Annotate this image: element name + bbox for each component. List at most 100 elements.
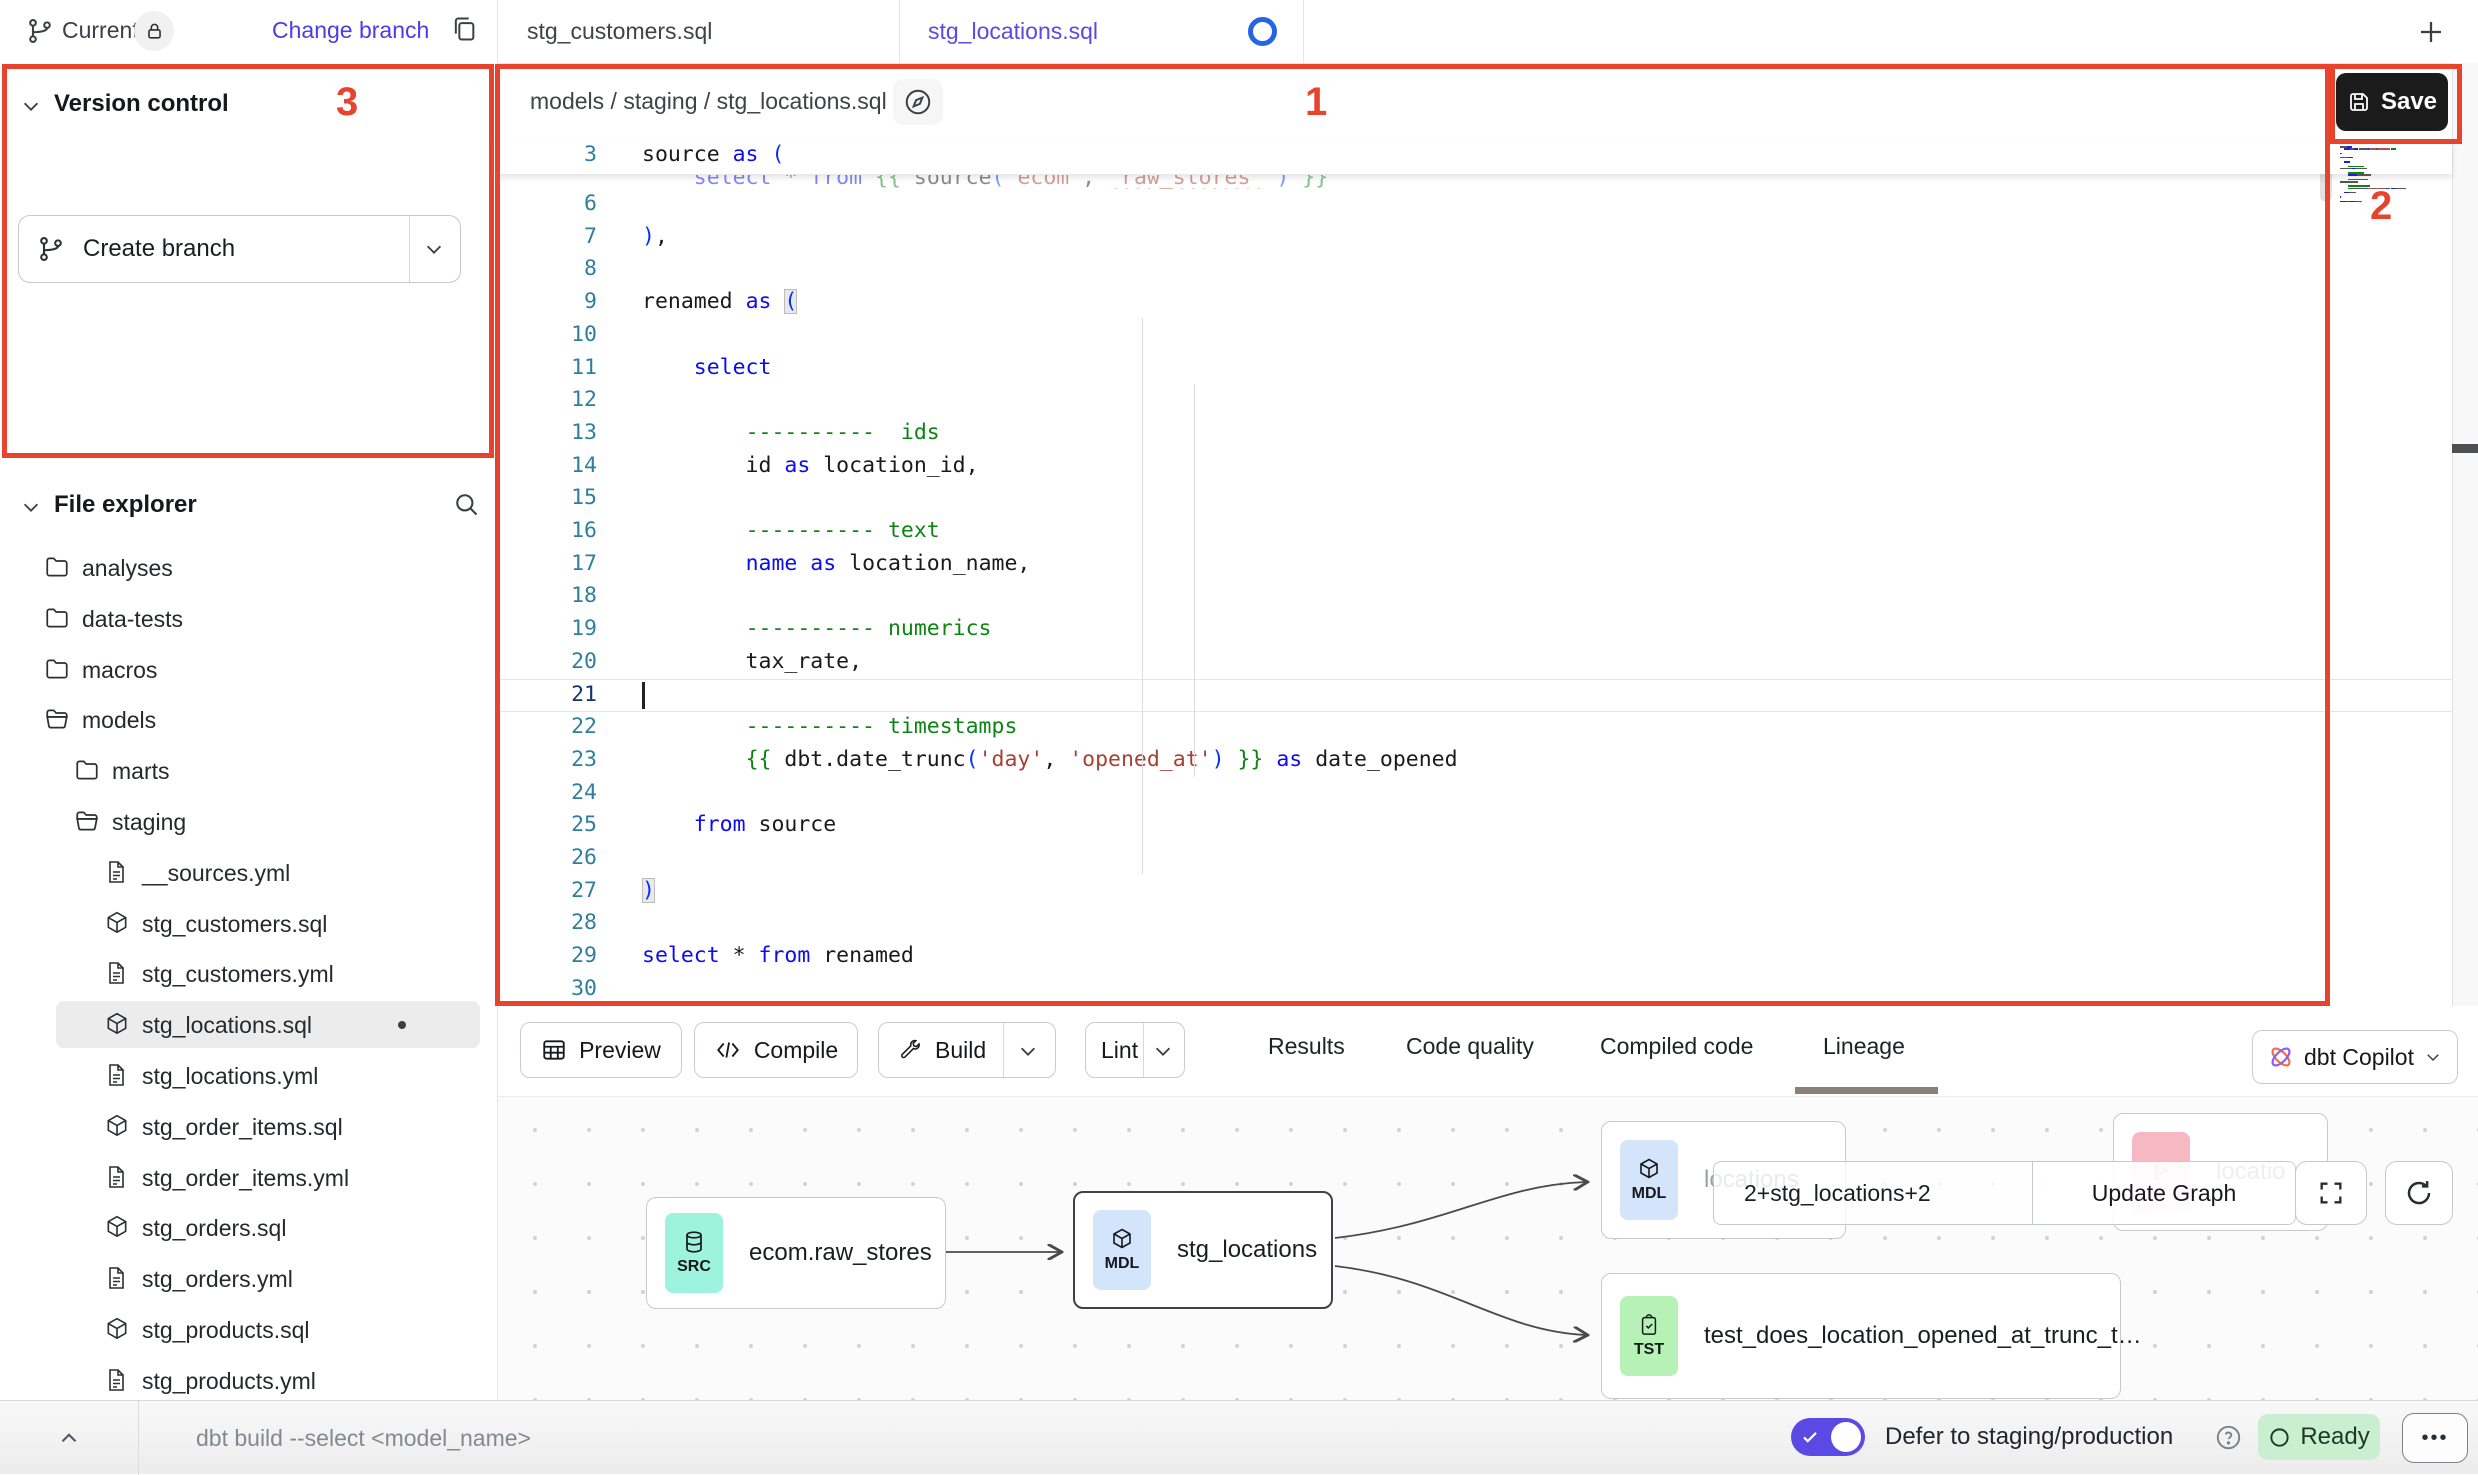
- code-text: select: [642, 352, 771, 385]
- command-bar-collapse[interactable]: [0, 1401, 139, 1475]
- folder-icon: [74, 757, 100, 783]
- file-item-label: stg_orders.sql: [142, 1215, 286, 1242]
- create-branch-button[interactable]: Create branch: [18, 215, 461, 283]
- chevron-down-icon[interactable]: [20, 496, 42, 518]
- file-item-stg_customers.sql[interactable]: stg_customers.sql: [0, 898, 497, 949]
- code-line-27[interactable]: 27): [497, 875, 2452, 908]
- file-item-stg_locations.sql[interactable]: stg_locations.sql: [0, 999, 497, 1050]
- chevron-down-icon[interactable]: [423, 238, 445, 260]
- tab-code-quality[interactable]: Code quality: [1406, 1033, 1534, 1060]
- code-line-24[interactable]: 24: [497, 777, 2452, 810]
- save-button[interactable]: Save: [2336, 73, 2448, 131]
- code-line-23[interactable]: 23 {{ dbt.date_trunc('day', 'opened_at')…: [497, 744, 2452, 777]
- status-badge-ready[interactable]: Ready: [2258, 1414, 2380, 1460]
- file-item-stg_orders.sql[interactable]: stg_orders.sql: [0, 1202, 497, 1253]
- tab-compiled-code[interactable]: Compiled code: [1600, 1033, 1753, 1060]
- file-item-stg_products.sql[interactable]: stg_products.sql: [0, 1304, 497, 1355]
- chevron-down-icon[interactable]: [1152, 1040, 1174, 1062]
- file-item-stg_orders.yml[interactable]: stg_orders.yml: [0, 1253, 497, 1304]
- new-tab-button[interactable]: [2416, 17, 2446, 47]
- code-line-22[interactable]: 22 ---------- timestamps: [497, 711, 2452, 744]
- code-line-10[interactable]: 10: [497, 319, 2452, 352]
- lint-button[interactable]: Lint: [1085, 1022, 1185, 1078]
- save-label: Save: [2381, 88, 2437, 116]
- change-branch-link[interactable]: Change branch: [272, 17, 429, 44]
- lineage-selector-input[interactable]: [1714, 1162, 2032, 1224]
- refresh-button[interactable]: [2385, 1161, 2453, 1225]
- file-icon: [104, 1265, 128, 1291]
- lineage-compass-icon[interactable]: [893, 79, 943, 125]
- chevron-down-icon[interactable]: [1017, 1040, 1039, 1062]
- chevron-down-icon[interactable]: [2424, 1048, 2442, 1066]
- code-line-7[interactable]: 7),: [497, 221, 2452, 254]
- top-bar: Current Change branch stg_customers.sql …: [0, 0, 2478, 64]
- tab-stg-locations[interactable]: stg_locations.sql: [899, 0, 1303, 63]
- file-item-label: marts: [112, 758, 170, 785]
- code-text: source as (: [642, 139, 784, 172]
- file-item-stg_products.yml[interactable]: stg_products.yml: [0, 1355, 497, 1406]
- code-line-15[interactable]: 15: [497, 482, 2452, 515]
- file-item-models[interactable]: models: [0, 694, 497, 745]
- code-line-11[interactable]: 11 select: [497, 352, 2452, 385]
- preview-button[interactable]: Preview: [520, 1022, 682, 1078]
- code-line-12[interactable]: 12: [497, 384, 2452, 417]
- code-line-28[interactable]: 28: [497, 907, 2452, 940]
- code-line-20[interactable]: 20 tax_rate,: [497, 646, 2452, 679]
- file-item-stg_customers.yml[interactable]: stg_customers.yml: [0, 948, 497, 999]
- code-line-30[interactable]: 30: [497, 973, 2452, 1006]
- file-item-analyses[interactable]: analyses: [0, 542, 497, 593]
- code-line-21[interactable]: 21: [497, 679, 2452, 712]
- dbt-copilot-button[interactable]: dbt Copilot: [2252, 1030, 2458, 1084]
- code-line-25[interactable]: 25 from source: [497, 809, 2452, 842]
- tab-results[interactable]: Results: [1268, 1033, 1345, 1060]
- database-icon: [682, 1230, 706, 1254]
- tab-stg-customers[interactable]: stg_customers.sql: [497, 0, 899, 63]
- lineage-node-stg-locations[interactable]: MDL stg_locations: [1073, 1191, 1333, 1309]
- update-graph-button[interactable]: Update Graph: [2032, 1162, 2295, 1224]
- code-line-26[interactable]: 26: [497, 842, 2452, 875]
- file-explorer-title: File explorer: [54, 491, 197, 519]
- build-button[interactable]: Build: [878, 1022, 1056, 1078]
- more-options-button[interactable]: •••: [2402, 1413, 2468, 1463]
- code-line-16[interactable]: 16 ---------- text: [497, 515, 2452, 548]
- command-input[interactable]: dbt build --select <model_name>: [196, 1401, 531, 1475]
- file-item-data-tests[interactable]: data-tests: [0, 593, 497, 644]
- minimap[interactable]: [2340, 146, 2452, 205]
- copy-icon[interactable]: [450, 15, 478, 43]
- code-line-14[interactable]: 14 id as location_id,: [497, 450, 2452, 483]
- code-line-29[interactable]: 29select * from renamed: [497, 940, 2452, 973]
- code-line-6[interactable]: 6: [497, 188, 2452, 221]
- code-line-18[interactable]: 18: [497, 580, 2452, 613]
- file-item-marts[interactable]: marts: [0, 745, 497, 796]
- file-item-label: stg_customers.yml: [142, 961, 334, 988]
- lineage-node-source[interactable]: SRC ecom.raw_stores: [646, 1197, 946, 1309]
- file-icon: [104, 859, 128, 885]
- code-line-19[interactable]: 19 ---------- numerics: [497, 613, 2452, 646]
- model-badge: MDL: [1620, 1140, 1678, 1220]
- tab-lineage[interactable]: Lineage: [1823, 1033, 1905, 1060]
- file-item-staging[interactable]: staging: [0, 796, 497, 847]
- file-item-stg_order_items.yml[interactable]: stg_order_items.yml: [0, 1152, 497, 1203]
- active-tab-underline: [1795, 1087, 1938, 1094]
- help-icon[interactable]: [2215, 1424, 2242, 1451]
- code-line-17[interactable]: 17 name as location_name,: [497, 548, 2452, 581]
- file-item-__sources.yml[interactable]: __sources.yml: [0, 847, 497, 898]
- pane-resize-handle[interactable]: [2452, 444, 2478, 453]
- defer-toggle[interactable]: [1791, 1418, 1865, 1456]
- file-item-stg_order_items.sql[interactable]: stg_order_items.sql: [0, 1101, 497, 1152]
- search-icon[interactable]: [452, 490, 480, 518]
- file-item-macros[interactable]: macros: [0, 644, 497, 695]
- folder-open-icon: [44, 706, 70, 732]
- code-line-13[interactable]: 13 ---------- ids: [497, 417, 2452, 450]
- lineage-node-test[interactable]: TST test_does_location_opened_at_trunc_t…: [1601, 1273, 2121, 1399]
- code-line-9[interactable]: 9renamed as (: [497, 286, 2452, 319]
- fullscreen-button[interactable]: [2295, 1161, 2367, 1225]
- code-line-8[interactable]: 8: [497, 253, 2452, 286]
- file-item-label: staging: [112, 809, 186, 836]
- compile-button[interactable]: Compile: [694, 1022, 858, 1078]
- file-item-stg_locations.yml[interactable]: stg_locations.yml: [0, 1050, 497, 1101]
- file-item-label: stg_locations.yml: [142, 1063, 318, 1090]
- chevron-down-icon[interactable]: [20, 95, 42, 117]
- lineage-canvas[interactable]: SRC ecom.raw_stores MDL stg_locations MD…: [498, 1096, 2478, 1401]
- lineage-selector-group: Update Graph: [1713, 1161, 2296, 1225]
